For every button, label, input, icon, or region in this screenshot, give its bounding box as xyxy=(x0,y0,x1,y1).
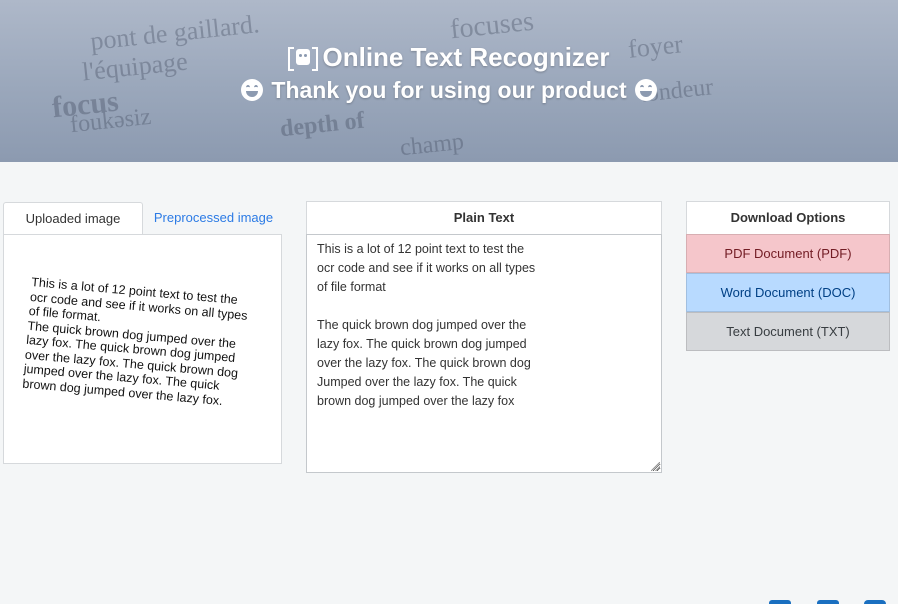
app-title: Online Text Recognizer xyxy=(0,42,898,73)
text-line: ocr code and see if it works on all type… xyxy=(317,261,536,275)
smile-icon xyxy=(241,79,263,101)
hero-banner: focuses pont de gaillard. l'équipage foc… xyxy=(0,0,898,162)
text-line: Jumped over the lazy fox. The quick xyxy=(317,375,517,389)
bg-word: depth of xyxy=(278,107,366,143)
app-subtitle: Thank you for using our product xyxy=(0,77,898,104)
plain-text-area[interactable]: This is a lot of 12 point text to test t… xyxy=(306,234,662,473)
uploaded-image: This is a lot of 12 point text to test t… xyxy=(22,275,261,411)
download-doc-button[interactable]: Word Document (DOC) xyxy=(686,273,890,312)
bg-word: champ xyxy=(398,128,466,162)
text-line: This is a lot of 12 point text to test t… xyxy=(317,242,525,256)
image-tabs: Uploaded image Preprocessed image xyxy=(3,202,282,234)
uploaded-image-panel: This is a lot of 12 point text to test t… xyxy=(3,234,282,464)
footer-icon[interactable] xyxy=(817,600,839,604)
bg-word: focuses xyxy=(448,5,536,46)
footer-icon[interactable] xyxy=(769,600,791,604)
tab-preprocessed-image[interactable]: Preprocessed image xyxy=(145,202,282,234)
text-line: of file format xyxy=(317,280,386,294)
text-line: lazy fox. The quick brown dog jumped xyxy=(317,337,527,351)
text-line xyxy=(317,297,651,316)
text-line: brown dog jumped over the lazy fox xyxy=(317,394,515,408)
smile-icon xyxy=(635,79,657,101)
app-title-text: Online Text Recognizer xyxy=(322,42,610,72)
robot-icon xyxy=(288,47,319,71)
download-pdf-button[interactable]: PDF Document (PDF) xyxy=(686,234,890,273)
text-line: over the lazy fox. The quick brown dog xyxy=(317,356,531,370)
footer-icon[interactable] xyxy=(864,600,886,604)
download-options-heading: Download Options xyxy=(686,201,890,235)
text-line: The quick brown dog jumped over the xyxy=(317,318,527,332)
resize-handle[interactable] xyxy=(651,462,660,471)
app-subtitle-text: Thank you for using our product xyxy=(271,77,627,103)
download-txt-button[interactable]: Text Document (TXT) xyxy=(686,312,890,351)
plain-text-heading: Plain Text xyxy=(306,201,662,235)
tab-uploaded-image[interactable]: Uploaded image xyxy=(3,202,143,234)
